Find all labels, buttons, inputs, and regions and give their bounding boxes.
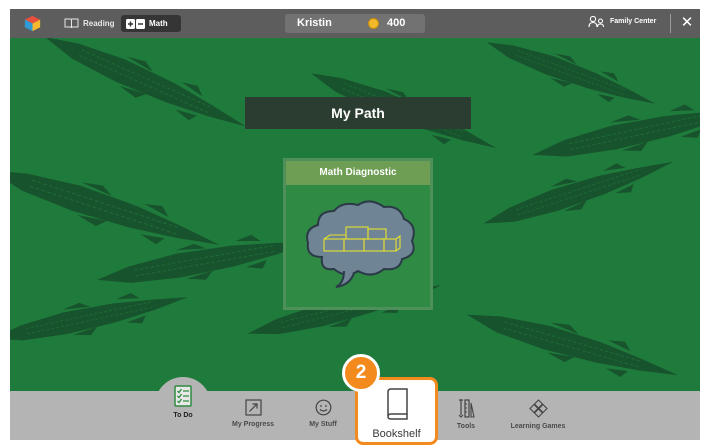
subject-tab-math[interactable]: Math — [121, 15, 181, 32]
subject-label-math: Math — [149, 19, 168, 28]
family-center-label: Family Center — [610, 18, 657, 25]
step-number-badge: 2 — [342, 354, 380, 392]
checklist-icon — [174, 385, 192, 407]
subject-label-reading: Reading — [83, 19, 115, 28]
coin-icon — [368, 18, 379, 29]
nav-label-tools: Tools — [456, 423, 476, 430]
coin-count: 400 — [387, 17, 406, 29]
nav-label-my-progress: My Progress — [231, 421, 275, 428]
smiley-icon — [315, 399, 331, 416]
close-button[interactable]: ✕ — [678, 12, 696, 34]
topbar-divider — [670, 14, 671, 33]
nav-item-todo[interactable]: To Do — [155, 381, 211, 430]
nav-label-learning-games: Learning Games — [510, 423, 566, 430]
nav-label-bookshelf: Bookshelf — [372, 428, 421, 440]
subject-tab-reading[interactable]: Reading — [59, 15, 120, 32]
nav-label-my-stuff: My Stuff — [309, 421, 337, 428]
plus-minus-icon — [126, 18, 145, 29]
book-icon — [64, 18, 79, 29]
top-bar: Reading Math Kristin 400 Family Center ✕ — [10, 9, 700, 38]
student-info: Kristin 400 — [285, 14, 425, 33]
logo-cube-icon[interactable] — [24, 15, 41, 32]
nav-item-my-progress[interactable]: My Progress — [225, 391, 281, 440]
math-diagnostic-card[interactable]: Math Diagnostic — [283, 158, 433, 310]
tools-icon — [458, 399, 475, 418]
games-icon — [528, 399, 548, 418]
nav-item-tools[interactable]: Tools — [446, 391, 486, 440]
nav-label-todo: To Do — [173, 412, 193, 419]
progress-arrow-icon — [244, 399, 262, 416]
nav-item-learning-games[interactable]: Learning Games — [500, 391, 576, 440]
page-title: My Path — [245, 97, 471, 129]
family-icon — [588, 15, 605, 28]
student-name: Kristin — [297, 17, 332, 29]
main-area: My Path Math Diagnostic — [10, 38, 700, 391]
family-center-button[interactable]: Family Center — [588, 15, 656, 28]
book-icon — [386, 388, 408, 420]
brain-blocks-icon — [306, 200, 415, 288]
nav-item-my-stuff[interactable]: My Stuff — [295, 391, 351, 440]
card-title: Math Diagnostic — [286, 161, 430, 185]
